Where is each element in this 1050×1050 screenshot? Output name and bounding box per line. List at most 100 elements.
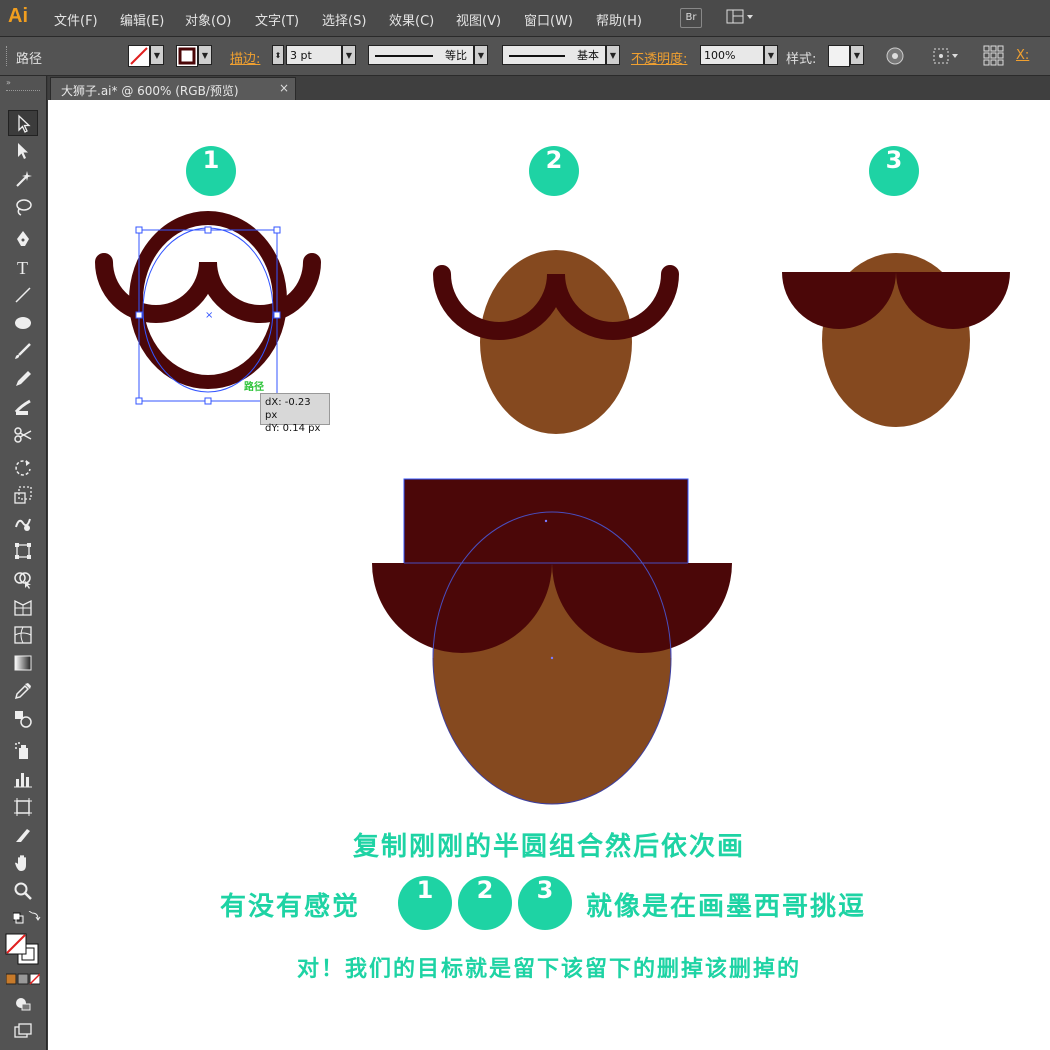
inline-step-badge-1: 1 <box>398 876 452 930</box>
type-tool-icon[interactable]: T <box>8 254 38 280</box>
bridge-button[interactable]: Br <box>680 8 702 28</box>
hat-center-point-icon <box>544 519 548 523</box>
menu-file[interactable]: 文件(F) <box>54 10 98 29</box>
svg-text:T: T <box>17 258 28 277</box>
style-dropdown-icon[interactable]: ▼ <box>850 45 864 65</box>
stroke-swatch[interactable] <box>176 45 198 67</box>
menu-window[interactable]: 窗口(W) <box>524 10 573 29</box>
color-mode-buttons[interactable] <box>5 970 41 985</box>
free-transform-tool-icon[interactable] <box>8 538 38 564</box>
stroke-weight-input[interactable]: 3 pt <box>286 45 342 65</box>
rotate-tool-icon[interactable] <box>8 454 38 480</box>
brush-line-icon <box>509 55 565 57</box>
warp-tool-icon[interactable] <box>8 510 38 536</box>
blend-tool-icon[interactable] <box>8 706 38 732</box>
zoom-tool-icon[interactable] <box>8 878 38 904</box>
hand-tool-icon[interactable] <box>8 850 38 876</box>
perspective-grid-tool-icon[interactable] <box>8 594 38 620</box>
close-icon[interactable]: × <box>279 81 289 95</box>
brush-label: 基本 <box>577 49 599 62</box>
graphic-style-swatch[interactable] <box>828 45 850 67</box>
workspace-switcher-icon[interactable] <box>726 8 758 26</box>
document-tab[interactable]: 大狮子.ai* @ 600% (RGB/预览) × <box>50 77 296 100</box>
fill-none-swatch[interactable] <box>128 45 150 67</box>
step-badge-3: 3 <box>869 146 919 196</box>
app-logo: Ai <box>8 5 28 27</box>
profile-dropdown-icon[interactable]: ▼ <box>474 45 488 65</box>
menu-help[interactable]: 帮助(H) <box>596 10 642 29</box>
stroke-stepper-icon[interactable]: ⬍ <box>272 45 284 65</box>
move-delta-tooltip: dX: -0.23 px dY: 0.14 px <box>260 393 330 434</box>
gradient-tool-icon[interactable] <box>8 650 38 676</box>
menu-type[interactable]: 文字(T) <box>255 10 299 29</box>
profile-line-icon <box>375 55 433 57</box>
menu-select[interactable]: 选择(S) <box>322 10 366 29</box>
stroke-weight-dropdown-icon[interactable]: ▼ <box>342 45 356 65</box>
profile-label: 等比 <box>445 49 467 62</box>
delta-x-readout: dX: -0.23 px <box>265 397 311 421</box>
opacity-label[interactable]: 不透明度: <box>631 48 687 67</box>
menu-object[interactable]: 对象(O) <box>185 10 231 29</box>
column-graph-tool-icon[interactable] <box>8 766 38 792</box>
caption-line-2-left: 有没有感觉 <box>220 892 361 922</box>
pen-tool-icon[interactable] <box>8 226 38 252</box>
opacity-input[interactable]: 100% <box>700 45 764 65</box>
stroke-label[interactable]: 描边: <box>230 48 260 67</box>
x-coordinate-label[interactable]: X: <box>1016 48 1029 63</box>
step-badge-1: 1 <box>186 146 236 196</box>
screen-mode-icon[interactable] <box>8 1018 38 1044</box>
variable-width-profile[interactable]: 等比 <box>368 45 474 65</box>
illustration-step-3[interactable] <box>776 238 1016 438</box>
caption-line-2-right: 就像是在画墨西哥挑逗 <box>586 892 867 922</box>
artboard-tool-icon[interactable] <box>8 794 38 820</box>
lasso-tool-icon[interactable] <box>8 194 38 220</box>
panel-collapse-icon[interactable]: » <box>6 78 11 87</box>
ring-outline[interactable] <box>129 211 287 389</box>
transform-options-icon[interactable] <box>932 46 960 70</box>
fill-stroke-swatches[interactable] <box>4 932 44 966</box>
direct-selection-tool-icon[interactable] <box>8 138 38 164</box>
drawing-mode-icon[interactable] <box>8 990 38 1016</box>
fill-dropdown-icon[interactable]: ▼ <box>150 45 164 65</box>
illustration-step-2[interactable] <box>426 238 686 438</box>
delta-y-readout: dY: 0.14 px <box>265 423 321 434</box>
brush-dropdown-icon[interactable]: ▼ <box>606 45 620 65</box>
menu-view[interactable]: 视图(V) <box>456 10 501 29</box>
opacity-dropdown-icon[interactable]: ▼ <box>764 45 778 65</box>
recolor-artwork-icon[interactable] <box>885 46 905 70</box>
shape-builder-tool-icon[interactable] <box>8 566 38 592</box>
artboard-canvas[interactable]: 1 2 3 × 路径 dX: -0.23 px dY: 0.14 px 复制刚刚… <box>48 100 1050 1050</box>
eyedropper-tool-icon[interactable] <box>8 678 38 704</box>
default-fill-stroke-icon[interactable] <box>8 908 41 934</box>
selection-tool-icon[interactable] <box>8 110 38 136</box>
inline-step-badge-2: 2 <box>458 876 512 930</box>
brush-definition[interactable]: 基本 <box>502 45 606 65</box>
slice-tool-icon[interactable] <box>8 822 38 848</box>
ellipse-tool-icon[interactable] <box>8 310 38 336</box>
symbol-sprayer-tool-icon[interactable] <box>8 738 38 764</box>
stroke-dropdown-icon[interactable]: ▼ <box>198 45 212 65</box>
illustration-final[interactable] <box>366 476 736 812</box>
align-grid-icon[interactable] <box>982 44 1006 72</box>
mesh-tool-icon[interactable] <box>8 622 38 648</box>
line-segment-tool-icon[interactable] <box>8 282 38 308</box>
scissors-tool-icon[interactable] <box>8 422 38 448</box>
paintbrush-tool-icon[interactable] <box>8 338 38 364</box>
face-center-point-icon <box>550 656 554 660</box>
caption-line-1: 复制刚刚的半圆组合然后依次画 <box>352 832 745 862</box>
scale-tool-icon[interactable] <box>8 482 38 508</box>
inline-step-badge-3: 3 <box>518 876 572 930</box>
blob-brush-tool-icon[interactable] <box>8 394 38 420</box>
menu-edit[interactable]: 编辑(E) <box>120 10 164 29</box>
menu-bar: Ai 文件(F) 编辑(E) 对象(O) 文字(T) 选择(S) 效果(C) 视… <box>0 0 1050 37</box>
illustration-step-1[interactable]: × <box>88 210 338 420</box>
path-anchor-label: 路径 <box>244 382 264 393</box>
grip-icon <box>6 46 10 66</box>
control-bar: 路径 ▼ ▼ 描边: ⬍ 3 pt ▼ 等比 ▼ 基本 ▼ 不透明度: 100%… <box>0 37 1050 76</box>
caption-line-3: 对！我们的目标就是留下该留下的删掉该删掉的 <box>296 957 801 982</box>
magic-wand-tool-icon[interactable] <box>8 166 38 192</box>
tools-panel: » T <box>0 76 47 1050</box>
pencil-tool-icon[interactable] <box>8 366 38 392</box>
menu-effect[interactable]: 效果(C) <box>389 10 434 29</box>
center-point-icon: × <box>205 310 213 321</box>
